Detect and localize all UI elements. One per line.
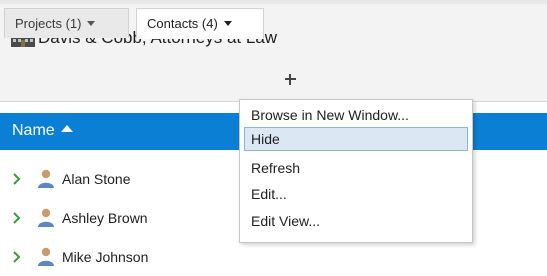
column-header-label: Name [12, 122, 55, 139]
chevron-down-icon[interactable] [87, 21, 96, 27]
chevron-down-icon[interactable] [223, 21, 232, 27]
expand-arrow-icon[interactable] [12, 173, 22, 185]
tab-projects[interactable]: Projects (1) [4, 8, 129, 38]
expand-arrow-icon[interactable] [12, 212, 22, 224]
tab-projects-label: Projects (1) [15, 16, 82, 31]
table-row[interactable]: Mike Johnson [0, 238, 547, 276]
contact-name: Mike Johnson [62, 249, 149, 265]
tab-bar [0, 64, 547, 102]
menu-item-edit[interactable]: Edit... [244, 182, 468, 206]
contact-name: Alan Stone [62, 171, 131, 187]
add-tab-button[interactable] [279, 68, 301, 90]
person-icon [38, 208, 54, 227]
context-menu: Browse in New Window... Hide Refresh Edi… [239, 99, 473, 243]
expand-arrow-icon[interactable] [12, 251, 22, 263]
contact-name: Ashley Brown [62, 210, 148, 226]
menu-item-browse-new-window[interactable]: Browse in New Window... [244, 103, 468, 127]
person-icon [38, 169, 54, 188]
menu-item-refresh[interactable]: Refresh [244, 156, 468, 180]
tab-contacts-label: Contacts (4) [147, 16, 218, 31]
menu-item-hide[interactable]: Hide [244, 127, 468, 151]
sort-ascending-icon [60, 125, 73, 133]
tab-contacts[interactable]: Contacts (4) [136, 8, 264, 39]
menu-item-edit-view[interactable]: Edit View... [244, 209, 468, 233]
column-header-name[interactable]: Name [12, 121, 73, 141]
person-icon [38, 247, 54, 266]
